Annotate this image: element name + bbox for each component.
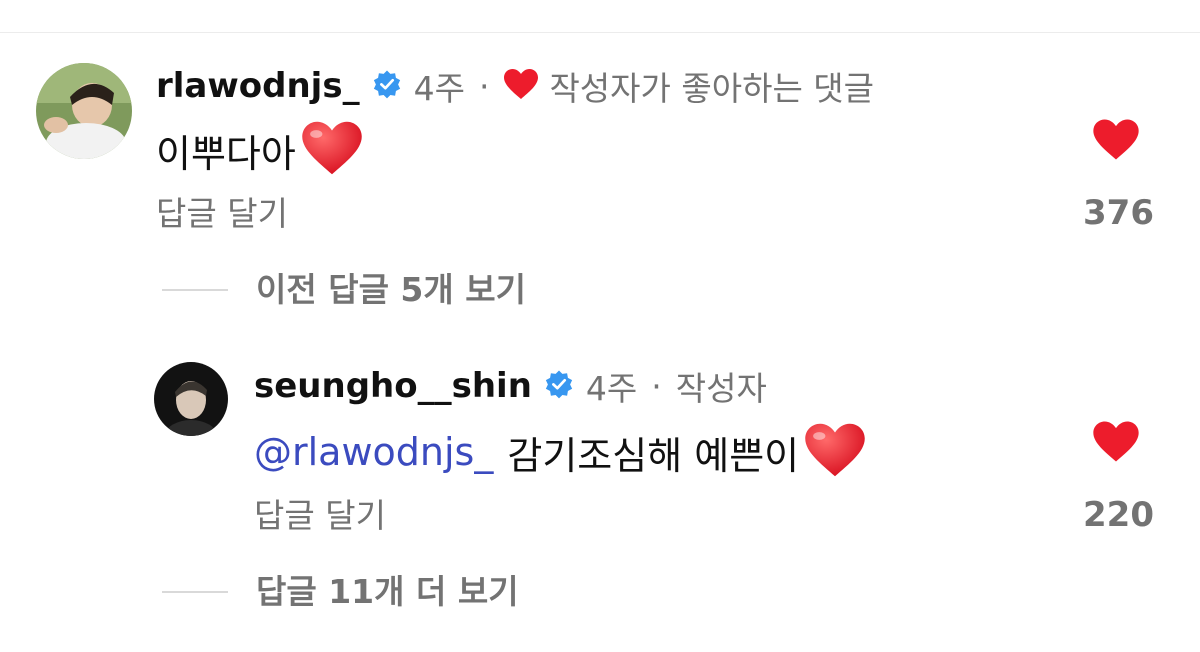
like-button[interactable]	[1092, 118, 1140, 165]
comment-text: 감기조심해 예쁜이	[507, 433, 800, 478]
author-liked-badge: 작성자가 좋아하는 댓글	[549, 69, 875, 108]
divider	[162, 591, 228, 593]
view-more-replies-button[interactable]: 답글 11개 더 보기	[256, 568, 519, 616]
comment-text: 이뿌다아	[156, 131, 296, 176]
comment-age: 4주	[585, 369, 638, 408]
avatar[interactable]	[154, 362, 228, 436]
comments-panel: rlawodnjs_ 4주 · 작성자가 좋아하는 댓글 이뿌다아 답글 달기 …	[0, 0, 1200, 652]
comment-header: seungho__shin 4주 · 작성자	[254, 362, 767, 410]
meta-separator: ·	[478, 66, 490, 106]
comment-header: rlawodnjs_ 4주 · 작성자가 좋아하는 댓글	[156, 62, 874, 110]
verified-badge-icon	[372, 69, 402, 103]
mention-link[interactable]: @rlawodnjs_	[254, 430, 493, 474]
view-previous-replies-button[interactable]: 이전 답글 5개 보기	[256, 266, 526, 314]
heart-emoji-icon	[300, 120, 364, 180]
comment-body: @rlawodnjs_ 감기조심해 예쁜이	[254, 423, 867, 478]
meta-separator: ·	[651, 366, 662, 406]
avatar[interactable]	[36, 63, 132, 159]
divider	[162, 289, 228, 291]
heart-icon	[503, 68, 539, 104]
reply-button[interactable]: 답글 달기	[156, 190, 288, 238]
author-badge: 작성자	[675, 369, 767, 408]
like-count: 376	[1083, 193, 1154, 233]
username[interactable]: seungho__shin	[254, 366, 532, 406]
verified-badge-icon	[544, 369, 574, 403]
divider	[0, 32, 1200, 33]
heart-icon	[1093, 421, 1139, 462]
heart-emoji-icon	[803, 422, 867, 482]
like-button[interactable]	[1092, 420, 1140, 467]
reply-button[interactable]: 답글 달기	[254, 492, 386, 540]
username[interactable]: rlawodnjs_	[156, 66, 360, 106]
heart-icon	[1093, 119, 1139, 160]
comment-body: 이뿌다아	[156, 121, 364, 176]
comment-age: 4주	[413, 69, 465, 108]
like-count: 220	[1083, 495, 1154, 535]
